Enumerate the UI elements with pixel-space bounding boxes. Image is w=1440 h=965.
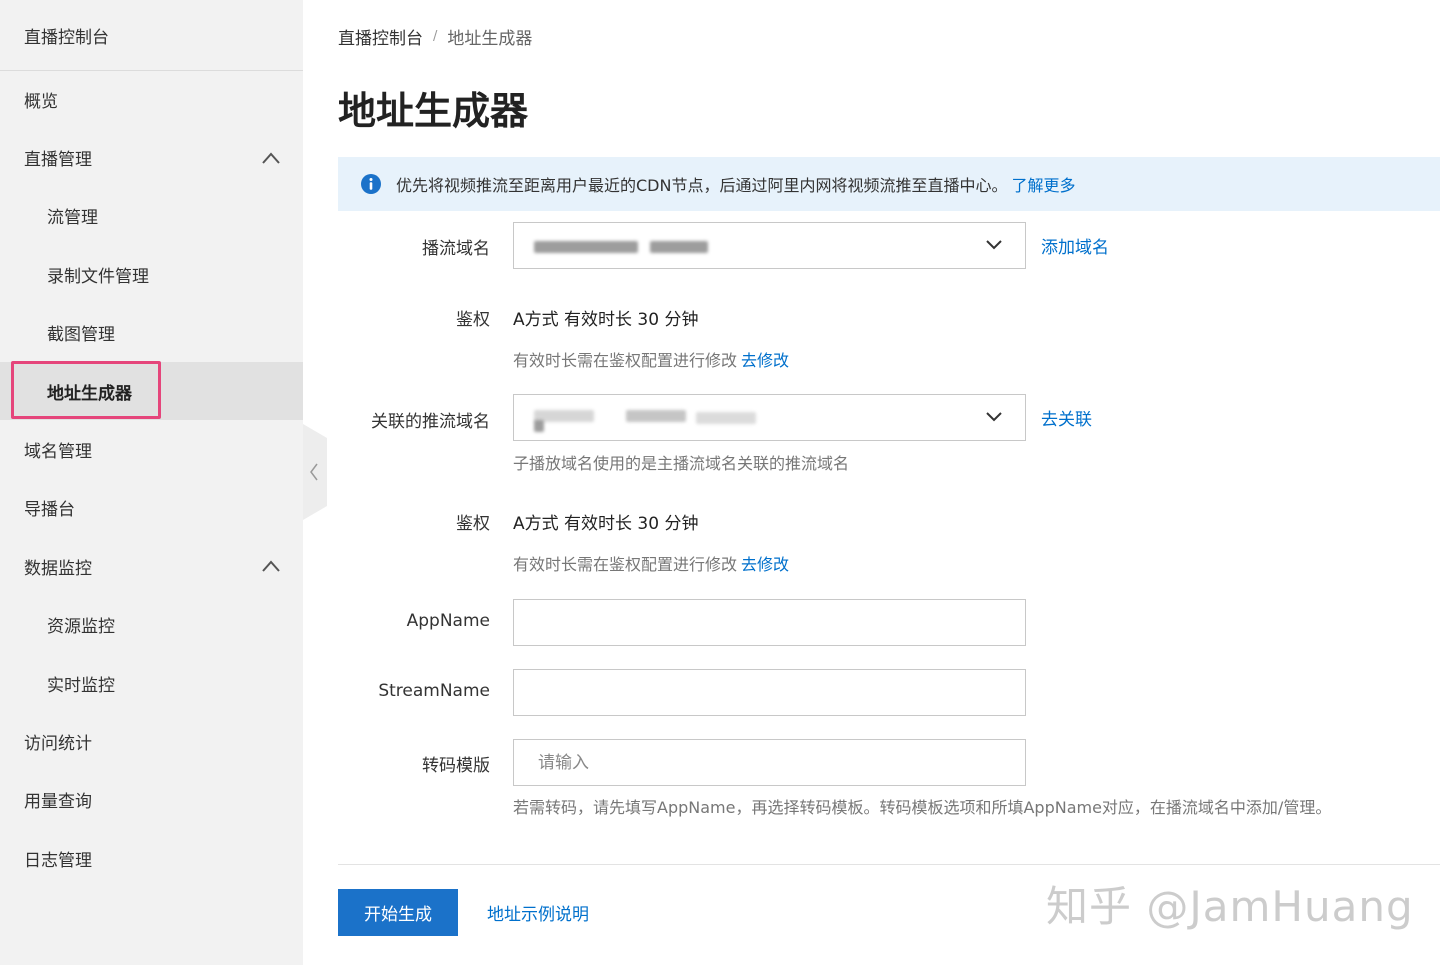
sidebar-item-address-generator[interactable]: 地址生成器 xyxy=(0,361,303,421)
sidebar-item-label: 数据监控 xyxy=(24,558,92,579)
auth-value: A方式 有效时长 30 分钟 xyxy=(513,310,699,330)
notice-text: 优先将视频推流至距离用户最近的CDN节点，后通过阿里内网将视频流推至直播中心。 xyxy=(396,176,1008,195)
breadcrumb-root[interactable]: 直播控制台 xyxy=(338,24,423,49)
auth-help-text: 有效时长需在鉴权配置进行修改 xyxy=(513,555,738,574)
push-domain-help: 子播放域名使用的是主播流域名关联的推流域名 xyxy=(513,454,850,473)
address-example-link[interactable]: 地址示例说明 xyxy=(487,900,589,925)
sidebar-item-data-monitoring[interactable]: 数据监控 xyxy=(0,537,303,595)
chevron-up-icon xyxy=(262,560,280,572)
add-domain-link[interactable]: 添加域名 xyxy=(1041,233,1109,258)
streamname-input[interactable] xyxy=(513,669,1026,716)
auth-help-2: 有效时长需在鉴权配置进行修改 去修改 xyxy=(513,551,789,575)
transcode-label: 转码模版 xyxy=(422,756,490,776)
sidebar-collapse-toggle[interactable] xyxy=(303,424,327,520)
sidebar-item-label: 地址生成器 xyxy=(47,383,132,404)
breadcrumb-separator: / xyxy=(433,29,438,44)
transcode-help: 若需转码，请先填写AppName，再选择转码模板。转码模板选项和所填AppNam… xyxy=(513,798,1332,817)
page-title: 地址生成器 xyxy=(338,89,529,133)
sidebar-title[interactable]: 直播控制台 xyxy=(0,0,303,71)
auth-help: 有效时长需在鉴权配置进行修改 去修改 xyxy=(513,347,789,371)
sidebar-item-label: 录制文件管理 xyxy=(47,266,149,287)
sidebar-item-label: 概览 xyxy=(24,91,58,112)
info-notice: 优先将视频推流至距离用户最近的CDN节点，后通过阿里内网将视频流推至直播中心。 … xyxy=(338,157,1440,211)
chevron-down-icon xyxy=(986,412,1002,422)
streamname-label: StreamName xyxy=(378,681,490,701)
sidebar-item-recording-files[interactable]: 录制文件管理 xyxy=(0,245,303,303)
auth-help-text: 有效时长需在鉴权配置进行修改 xyxy=(513,351,738,370)
auth-label-2: 鉴权 xyxy=(456,514,490,534)
sidebar-item-domain-management[interactable]: 域名管理 xyxy=(0,420,303,478)
sidebar-item-snapshot-management[interactable]: 截图管理 xyxy=(0,304,303,362)
auth-value-2: A方式 有效时长 30 分钟 xyxy=(513,514,699,534)
sidebar-item-resource-monitoring[interactable]: 资源监控 xyxy=(0,596,303,654)
breadcrumb-current: 地址生成器 xyxy=(447,29,533,49)
chevron-down-icon xyxy=(986,240,1002,250)
modify-auth-link[interactable]: 去修改 xyxy=(741,351,789,370)
sidebar-item-access-statistics[interactable]: 访问统计 xyxy=(0,712,303,770)
sidebar-item-stream-management[interactable]: 流管理 xyxy=(0,187,303,245)
appname-input[interactable] xyxy=(513,599,1026,646)
associate-domain-link[interactable]: 去关联 xyxy=(1041,405,1092,430)
redacted-domain xyxy=(626,409,686,422)
info-icon xyxy=(361,174,381,194)
sidebar-item-label: 截图管理 xyxy=(47,325,115,346)
sidebar-item-director[interactable]: 导播台 xyxy=(0,479,303,537)
sidebar-item-label: 导播台 xyxy=(24,500,75,521)
play-domain-label: 播流域名 xyxy=(422,239,490,259)
redacted-domain xyxy=(534,240,638,253)
sidebar-item-label: 实时监控 xyxy=(47,675,115,696)
sidebar-item-log-management[interactable]: 日志管理 xyxy=(0,829,303,887)
redacted-domain xyxy=(534,419,544,432)
sidebar: 直播控制台 概览 直播管理 流管理 录制文件管理 截图管理 地址生成器 域名管理… xyxy=(0,0,303,965)
appname-label: AppName xyxy=(406,611,490,631)
sidebar-item-label: 日志管理 xyxy=(24,850,92,871)
sidebar-item-overview[interactable]: 概览 xyxy=(0,70,303,128)
sidebar-menu: 概览 直播管理 流管理 录制文件管理 截图管理 地址生成器 域名管理 导播台 数… xyxy=(0,70,303,887)
auth-label: 鉴权 xyxy=(456,310,490,330)
chevron-up-icon xyxy=(262,152,280,164)
start-generate-button[interactable]: 开始生成 xyxy=(338,889,458,936)
form-divider xyxy=(338,864,1440,865)
sidebar-item-label: 流管理 xyxy=(47,208,98,229)
sidebar-item-label: 直播管理 xyxy=(24,150,92,171)
main-content: 直播控制台 / 地址生成器 地址生成器 优先将视频推流至距离用户最近的CDN节点… xyxy=(338,0,1440,965)
redacted-domain xyxy=(650,240,708,253)
redacted-domain xyxy=(696,411,756,424)
play-domain-select[interactable] xyxy=(513,222,1026,269)
sidebar-item-label: 域名管理 xyxy=(24,442,92,463)
transcode-template-input[interactable] xyxy=(513,739,1026,786)
sidebar-item-live-management[interactable]: 直播管理 xyxy=(0,128,303,186)
push-domain-label: 关联的推流域名 xyxy=(371,412,490,432)
breadcrumb: 直播控制台 / 地址生成器 xyxy=(338,24,532,49)
push-domain-select[interactable] xyxy=(513,394,1026,441)
learn-more-link[interactable]: 了解更多 xyxy=(1011,172,1075,196)
watermark: 知乎 @JamHuang xyxy=(1046,882,1414,931)
sidebar-item-label: 访问统计 xyxy=(24,733,92,754)
sidebar-item-realtime-monitoring[interactable]: 实时监控 xyxy=(0,654,303,712)
sidebar-item-label: 用量查询 xyxy=(24,792,92,813)
modify-auth-link-2[interactable]: 去修改 xyxy=(741,555,789,574)
sidebar-item-label: 资源监控 xyxy=(47,617,115,638)
sidebar-item-usage-query[interactable]: 用量查询 xyxy=(0,771,303,829)
